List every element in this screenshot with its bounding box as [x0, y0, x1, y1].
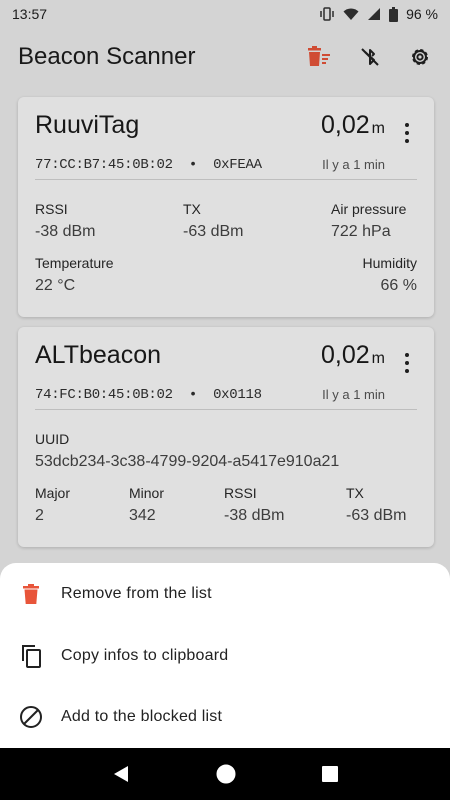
remove-from-list-label: Remove from the list: [61, 584, 212, 602]
navigation-bar: [0, 748, 450, 800]
copy-infos-item[interactable]: Copy infos to clipboard: [0, 625, 450, 686]
copy-infos-label: Copy infos to clipboard: [61, 646, 229, 664]
copy-icon: [19, 644, 43, 668]
recents-icon[interactable]: [321, 766, 338, 782]
home-icon[interactable]: [215, 763, 237, 785]
remove-from-list-item[interactable]: Remove from the list: [0, 563, 450, 624]
bottom-sheet: Remove from the list Copy infos to clipb…: [0, 563, 450, 748]
block-icon: [19, 705, 43, 729]
add-to-blocked-item[interactable]: Add to the blocked list: [0, 686, 450, 747]
trash-icon: [19, 582, 43, 606]
add-to-blocked-label: Add to the blocked list: [61, 707, 223, 725]
back-icon[interactable]: [112, 765, 130, 783]
